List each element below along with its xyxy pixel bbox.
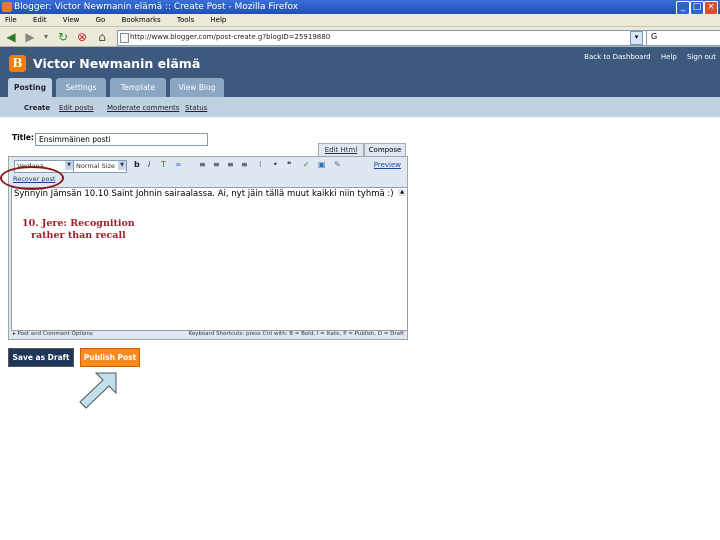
navigation-toolbar: ◀ ▶ ▾ ↻ ⊗ ⌂ http://www.blogger.com/post-… xyxy=(0,27,720,47)
blockquote-icon[interactable]: ❝ xyxy=(287,160,291,170)
forward-arrow-icon[interactable]: ▶ xyxy=(22,29,38,45)
menu-help[interactable]: Help xyxy=(210,16,226,24)
tab-settings[interactable]: Settings xyxy=(56,78,106,97)
post-options-toggle[interactable]: ▸ Post and Comment Options xyxy=(13,329,93,340)
size-select[interactable]: Normal Size ▼ xyxy=(73,160,127,173)
tab-edit-html[interactable]: Edit Html xyxy=(318,143,364,157)
chevron-down-icon: ▼ xyxy=(65,161,73,170)
blogger-header: B Victor Newmanin elämä Back to Dashboar… xyxy=(0,47,720,97)
post-body-text: Synnyin Jämsän 10.10 Saint Johnin sairaa… xyxy=(14,189,394,199)
align-center-icon[interactable]: ≡ xyxy=(213,160,220,170)
bullet-list-icon[interactable]: • xyxy=(273,160,278,170)
stop-icon[interactable]: ⊗ xyxy=(74,29,90,45)
firefox-icon xyxy=(2,2,12,12)
sign-out-link[interactable]: Sign out xyxy=(687,53,716,61)
maximize-button[interactable]: □ xyxy=(690,1,704,15)
text-color-icon[interactable]: T xyxy=(161,160,166,170)
tab-compose[interactable]: Compose xyxy=(364,143,406,157)
title-input[interactable]: Ensimmäinen posti xyxy=(35,133,208,146)
size-select-value: Normal Size xyxy=(76,162,115,170)
annotation-line-1: 10. Jere: Recognition xyxy=(22,218,135,229)
page-icon xyxy=(120,33,129,43)
url-text: http://www.blogger.com/post-create.g?blo… xyxy=(130,33,331,41)
save-as-draft-button[interactable]: Save as Draft xyxy=(8,348,74,367)
reload-icon[interactable]: ↻ xyxy=(55,29,71,45)
chevron-down-icon: ▼ xyxy=(118,161,126,170)
url-bar[interactable]: http://www.blogger.com/post-create.g?blo… xyxy=(117,30,656,46)
align-left-icon[interactable]: ≡ xyxy=(199,160,206,170)
annotation-line-2: rather than recall xyxy=(31,230,126,241)
menu-bar: File Edit View Go Bookmarks Tools Help xyxy=(0,14,720,27)
bold-icon[interactable]: b xyxy=(134,160,140,170)
menu-tools[interactable]: Tools xyxy=(177,16,194,24)
align-justify-icon[interactable]: ≡ xyxy=(241,160,248,170)
post-editor: Verdana ▼ Normal Size ▼ b i T ∞ ≡ ≡ ≡ ≡ … xyxy=(8,156,408,340)
scroll-up-icon[interactable]: ▲ xyxy=(398,189,406,196)
annotation-text: 10. Jere: Recognition rather than recall xyxy=(22,218,135,242)
menu-view[interactable]: View xyxy=(63,16,80,24)
keyboard-shortcuts-hint: Keyboard Shortcuts: press Ctrl with: B =… xyxy=(188,331,404,337)
menu-file[interactable]: File xyxy=(5,16,17,24)
tab-posting[interactable]: Posting xyxy=(8,78,52,97)
post-body-textarea[interactable]: Synnyin Jämsän 10.10 Saint Johnin sairaa… xyxy=(11,187,408,331)
remove-format-icon[interactable]: ✎ xyxy=(334,160,341,170)
tab-template[interactable]: Template xyxy=(110,78,166,97)
close-button[interactable]: × xyxy=(704,1,718,15)
subtab-status[interactable]: Status xyxy=(185,103,207,113)
publish-post-button[interactable]: Publish Post xyxy=(80,348,140,367)
back-to-dashboard-link[interactable]: Back to Dashboard xyxy=(584,53,650,61)
window-title-bar: Blogger: Victor Newmanin elämä :: Create… xyxy=(0,0,720,15)
editor-footer: ▸ Post and Comment Options Keyboard Shor… xyxy=(9,329,407,340)
header-links: Back to Dashboard Help Sign out xyxy=(576,52,716,62)
subtab-create[interactable]: Create xyxy=(24,103,50,113)
numbered-list-icon[interactable]: ⁝ xyxy=(259,160,262,170)
preview-link[interactable]: Preview xyxy=(374,161,401,169)
subtab-moderate-comments[interactable]: Moderate comments xyxy=(107,103,179,113)
help-link[interactable]: Help xyxy=(661,53,677,61)
pointer-arrow-icon xyxy=(79,372,117,409)
blogger-logo-icon[interactable]: B xyxy=(9,55,26,72)
menu-go[interactable]: Go xyxy=(96,16,106,24)
back-arrow-icon[interactable]: ◀ xyxy=(3,29,19,45)
menu-edit[interactable]: Edit xyxy=(33,16,47,24)
image-icon[interactable]: ▣ xyxy=(318,160,326,170)
home-icon[interactable]: ⌂ xyxy=(94,29,110,45)
search-engine-label: G xyxy=(651,32,658,41)
highlight-circle xyxy=(0,166,64,190)
spellcheck-icon[interactable]: ✓ xyxy=(303,160,310,170)
minimize-button[interactable]: _ xyxy=(676,1,690,15)
tab-view-blog[interactable]: View Blog xyxy=(170,78,224,97)
window-title: Blogger: Victor Newmanin elämä :: Create… xyxy=(14,2,299,12)
link-icon[interactable]: ∞ xyxy=(175,160,182,170)
format-toolbar: Verdana ▼ Normal Size ▼ b i T ∞ ≡ ≡ ≡ ≡ … xyxy=(9,157,407,183)
blog-title: Victor Newmanin elämä xyxy=(33,56,201,71)
menu-bookmarks[interactable]: Bookmarks xyxy=(122,16,161,24)
title-label: Title: xyxy=(12,133,34,142)
align-right-icon[interactable]: ≡ xyxy=(227,160,234,170)
italic-icon[interactable]: i xyxy=(148,160,150,170)
url-dropdown-icon[interactable]: ▾ xyxy=(630,31,643,45)
subtab-edit-posts[interactable]: Edit posts xyxy=(59,103,94,113)
posting-subnav: Create Edit posts Moderate comments Stat… xyxy=(0,97,720,117)
search-input[interactable]: G xyxy=(646,30,720,46)
history-dropdown-icon[interactable]: ▾ xyxy=(38,29,54,45)
